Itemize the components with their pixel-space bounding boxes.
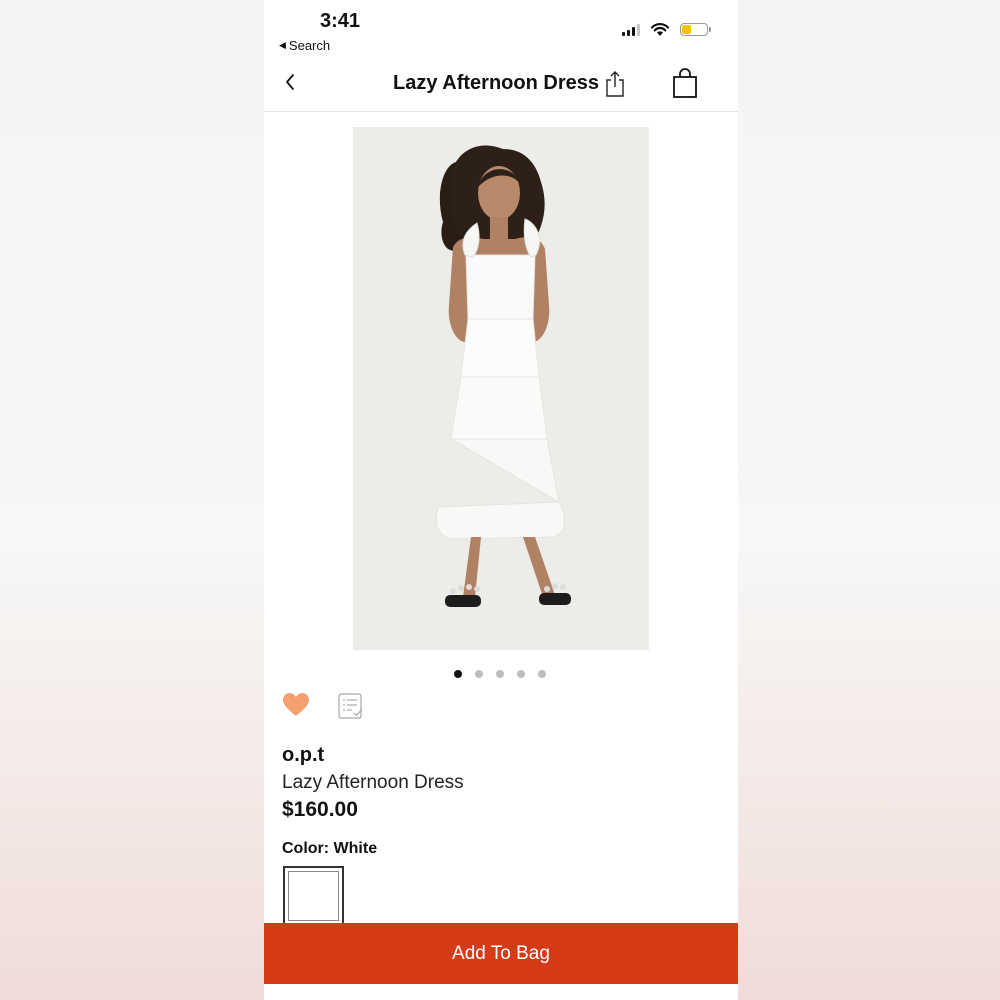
- share-icon: [606, 71, 624, 97]
- carousel-dot[interactable]: [538, 670, 546, 678]
- bottom-safe-area: [264, 984, 738, 1000]
- product-name: Lazy Afternoon Dress: [282, 772, 464, 793]
- product-price: $160.00: [282, 798, 358, 821]
- cellular-signal-icon: [622, 23, 640, 36]
- status-time: 3:41: [320, 10, 361, 32]
- add-to-list-button[interactable]: [338, 693, 364, 724]
- color-label: Color: White: [282, 840, 378, 857]
- wifi-icon: [650, 23, 670, 36]
- page-title: Lazy Afternoon Dress: [393, 72, 599, 94]
- nav-divider: [264, 111, 738, 112]
- background-left: [0, 0, 264, 1000]
- product-photo: [353, 127, 649, 650]
- shopping-bag-button[interactable]: [672, 67, 698, 104]
- back-to-search-label: Search: [288, 38, 331, 53]
- battery-icon: [680, 23, 711, 36]
- heart-icon: [283, 693, 309, 716]
- image-carousel-dots[interactable]: [454, 670, 546, 678]
- color-swatch-white[interactable]: [283, 866, 344, 926]
- carousel-dot[interactable]: [475, 670, 483, 678]
- carousel-dot[interactable]: [517, 670, 525, 678]
- carousel-dot[interactable]: [454, 670, 462, 678]
- shopping-bag-icon: [673, 68, 697, 98]
- checklist-icon: [338, 693, 363, 719]
- favorite-button[interactable]: [282, 692, 310, 723]
- back-triangle-icon: ◀: [279, 40, 286, 50]
- battery-level-fill: [682, 25, 692, 34]
- swatch-fill: [288, 871, 339, 921]
- back-to-search-link[interactable]: ◀ Search: [279, 38, 330, 53]
- carousel-dot[interactable]: [496, 670, 504, 678]
- background-right: [738, 0, 1000, 1000]
- share-button[interactable]: [604, 70, 626, 103]
- add-to-bag-button[interactable]: Add To Bag: [264, 923, 738, 984]
- phone-screen: 3:41 ◀ Search Lazy Afternoon Dress o.p.t…: [264, 0, 738, 1000]
- status-icons: [622, 22, 711, 37]
- product-brand[interactable]: o.p.t: [282, 744, 324, 767]
- product-image[interactable]: [353, 127, 649, 650]
